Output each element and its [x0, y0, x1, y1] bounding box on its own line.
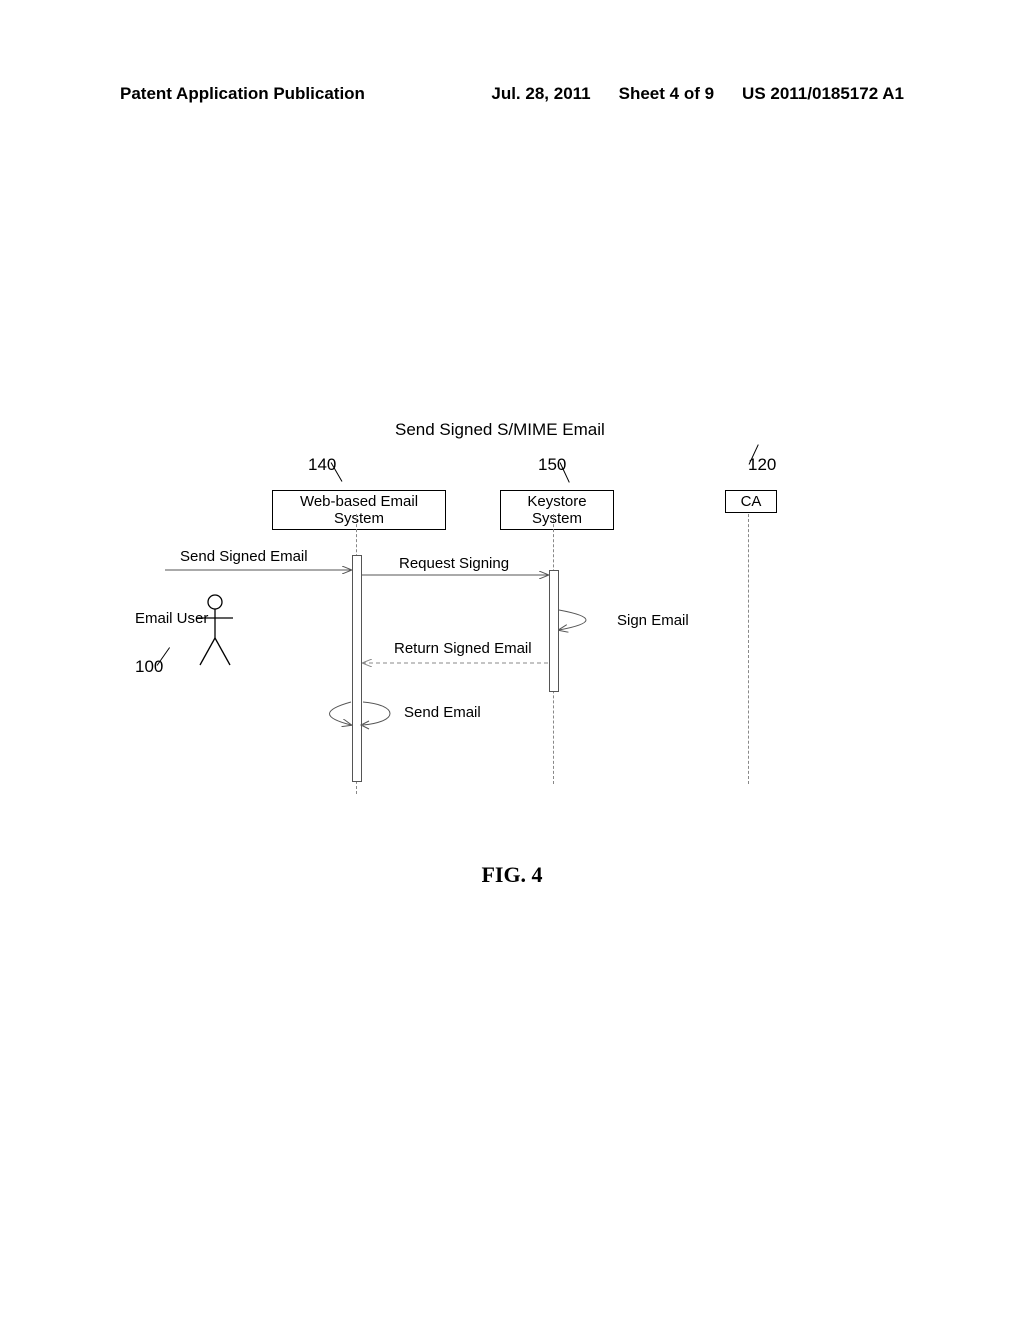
lifeline-ca [748, 514, 749, 784]
activation-web [352, 555, 362, 782]
activation-keystore [549, 570, 559, 692]
header-pubno: US 2011/0185172 A1 [742, 84, 904, 104]
header-sheet: Sheet 4 of 9 [619, 84, 714, 104]
box-keystore-system: Keystore System [500, 490, 614, 530]
box-ca: CA [725, 490, 777, 513]
header-date: Jul. 28, 2011 [491, 84, 590, 104]
header-right: Jul. 28, 2011 Sheet 4 of 9 US 2011/01851… [491, 84, 904, 104]
msg-send-signed-email: Send Signed Email [180, 548, 308, 565]
sequence-diagram: Send Signed S/MIME Email 140 150 120 100… [135, 420, 875, 820]
msg-request-signing: Request Signing [399, 555, 509, 572]
email-user-icon [197, 595, 233, 665]
page-header: Patent Application Publication Jul. 28, … [0, 84, 1024, 104]
box-web-email-system: Web-based Email System [272, 490, 446, 530]
msg-send-email: Send Email [404, 704, 481, 721]
diagram-title: Send Signed S/MIME Email [395, 420, 605, 440]
msg-return-signed-email: Return Signed Email [394, 640, 532, 657]
header-left: Patent Application Publication [120, 84, 365, 104]
figure-caption: FIG. 4 [0, 862, 1024, 888]
msg-sign-email: Sign Email [617, 612, 689, 629]
actor-email-user: Email User [135, 610, 208, 627]
diagram-svg [135, 420, 875, 820]
